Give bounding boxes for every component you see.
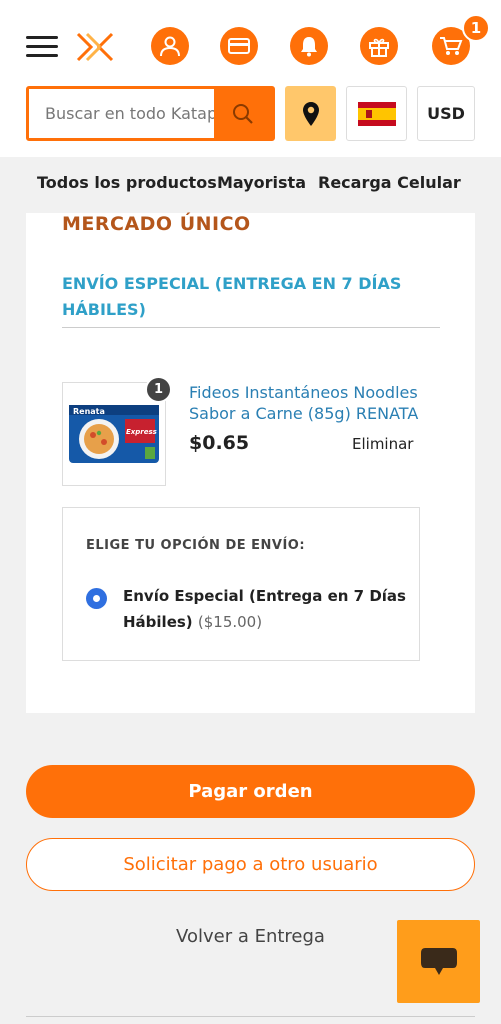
request-payment-button[interactable]: Solicitar pago a otro usuario (26, 838, 475, 891)
header: 1 USD (0, 0, 501, 157)
currency-button[interactable]: USD (417, 86, 475, 141)
location-button[interactable] (285, 86, 336, 141)
package-line-text: Express (126, 428, 157, 436)
logo[interactable] (76, 28, 114, 66)
search-bar (26, 86, 275, 141)
shipping-option-price: ($15.00) (197, 613, 263, 631)
divider (26, 1016, 475, 1017)
language-button[interactable] (346, 86, 407, 141)
search-icon (233, 103, 253, 124)
shipping-option-radio[interactable] (86, 588, 107, 609)
nav-item-mobile-topup[interactable]: Recarga Celular (318, 173, 461, 192)
shipping-option-name: Envío Especial (Entrega en 7 Días Hábile… (123, 587, 406, 631)
package-brand-text: Renata (73, 407, 105, 416)
shipping-group-title: ENVÍO ESPECIAL (ENTREGA EN 7 DÍAS HÁBILE… (62, 274, 402, 319)
category-nav: Todos los productos Mayorista Recarga Ce… (0, 157, 501, 213)
order-summary-card: MERCADO ÚNICO ENVÍO ESPECIAL (ENTREGA EN… (26, 213, 475, 713)
quantity-badge: 1 (145, 376, 172, 403)
shipping-options-label: ELIGE TU OPCIÓN DE ENVÍO: (86, 538, 306, 553)
menu-icon[interactable] (26, 36, 58, 58)
bell-icon[interactable] (290, 27, 328, 65)
seller-title: MERCADO ÚNICO (62, 213, 251, 235)
pay-order-button[interactable]: Pagar orden (26, 765, 475, 818)
gift-icon[interactable] (360, 27, 398, 65)
nav-item-all-products[interactable]: Todos los productos (37, 173, 217, 192)
product-price: $0.65 (189, 432, 250, 454)
search-button[interactable] (214, 89, 272, 138)
shipping-option-label[interactable]: Envío Especial (Entrega en 7 Días Hábile… (123, 583, 408, 635)
search-input[interactable] (29, 89, 215, 138)
cart-count-badge: 1 (462, 14, 490, 42)
chat-button[interactable] (397, 920, 480, 1003)
nav-item-wholesale[interactable]: Mayorista (217, 173, 306, 192)
chat-icon (420, 947, 457, 975)
spain-flag-icon (357, 101, 396, 126)
remove-item-button[interactable]: Eliminar (352, 435, 413, 453)
card-icon[interactable] (220, 27, 258, 65)
divider (62, 327, 440, 328)
user-icon[interactable] (151, 27, 189, 65)
location-pin-icon (302, 101, 319, 126)
shipping-options-box: ELIGE TU OPCIÓN DE ENVÍO: Envío Especial… (62, 507, 420, 661)
product-name-link[interactable]: Fideos Instantáneos Noodles Sabor a Carn… (189, 382, 435, 424)
